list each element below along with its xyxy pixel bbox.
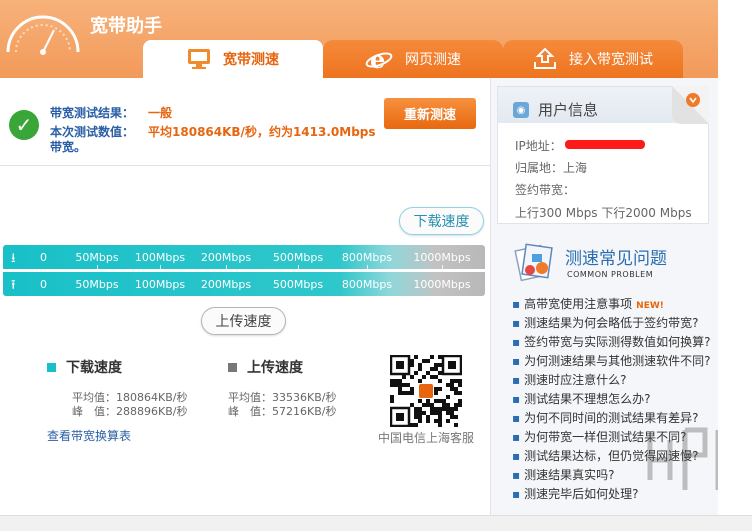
tick-mark: [298, 265, 299, 269]
speed-tick-label: 500Mbps: [272, 251, 324, 264]
tab-label: 宽带测速: [223, 52, 279, 68]
faq-title: 测速常见问题: [565, 249, 667, 269]
app-title: 宽带助手: [90, 16, 162, 37]
result-line-3: 带宽。: [50, 140, 87, 154]
speedometer-logo-icon: [6, 15, 80, 55]
download-speed-bar: ⭳ 0 50Mbps 100Mbps 200Mbps 500Mbps 800Mbps 100…: [3, 245, 485, 269]
download-speed-bubble: 下载速度: [399, 207, 484, 235]
tab-label: 接入带宽测试: [569, 52, 653, 68]
horizontal-scrollbar[interactable]: [0, 515, 752, 531]
svg-text:e: e: [370, 46, 385, 72]
download-peak: 峰 值：288896KB/秒: [72, 405, 188, 418]
location-row: 归属地：上海: [515, 161, 588, 175]
user-info-title: 用户信息: [538, 101, 599, 119]
upload-tray-icon: [534, 47, 556, 69]
user-info-icon: ◉: [513, 102, 529, 118]
download-color-swatch: [47, 362, 56, 372]
bullet-icon: ▪: [512, 468, 521, 482]
bullet-icon: ▪: [512, 335, 521, 349]
tick-mark: [442, 265, 443, 269]
result-line-1: 带宽测试结果： 一般: [50, 106, 173, 120]
upload-speed-bar: ⭱ 0 50Mbps 100Mbps 200Mbps 500Mbps 800Mbps 100…: [3, 272, 485, 296]
speed-tick-label: 0: [40, 278, 47, 291]
bullet-icon: ▪: [512, 316, 521, 330]
speed-tick-label: 800Mbps: [341, 251, 393, 264]
collapse-corner-icon[interactable]: [672, 86, 709, 124]
upload-legend: 上传速度: [228, 357, 303, 377]
check-icon: ✓: [9, 110, 39, 140]
bullet-icon: ▪: [512, 449, 521, 463]
tick-mark: [226, 265, 227, 269]
qr-caption: 中国电信上海客服: [378, 431, 475, 445]
bandwidth-conversion-link[interactable]: 查看带宽换算表: [47, 427, 131, 444]
faq-item-label: 签约带宽与实际测得数值如何换算?: [524, 335, 711, 349]
ip-redacted: [565, 140, 645, 149]
result-line-2: 本次测试数值： 平均180864KB/秒，约为1413.0Mbps: [50, 125, 376, 139]
bullet-icon: ▪: [512, 392, 521, 406]
faq-book-icon: [514, 243, 553, 282]
monitor-icon: [188, 49, 210, 69]
qr-code-icon: [390, 355, 462, 427]
upload-icon: ⭱: [11, 278, 16, 293]
speed-tick-label: 100Mbps: [134, 278, 186, 291]
retest-button[interactable]: 重新测速: [384, 98, 476, 129]
tab-label: 网页测速: [405, 52, 461, 68]
faq-item[interactable]: ▪ 签约带宽与实际测得数值如何换算?: [512, 333, 711, 350]
tick-mark: [97, 265, 98, 269]
tick-mark: [160, 265, 161, 269]
bullet-icon: ▪: [512, 297, 521, 311]
speed-tick-label: 1000Mbps: [413, 251, 471, 264]
download-icon: ⭳: [11, 251, 16, 266]
new-badge: NEW!: [636, 301, 664, 311]
faq-item-label: 测速结果真实吗?: [524, 468, 615, 482]
upload-peak: 峰 值：57216KB/秒: [228, 405, 337, 418]
speed-tick-label: 800Mbps: [341, 278, 393, 291]
faq-item[interactable]: ▪ 高带宽使用注意事项 NEW!: [512, 295, 664, 312]
bullet-icon: ▪: [512, 430, 521, 444]
speed-tick-label: 200Mbps: [200, 251, 252, 264]
faq-item[interactable]: ▪ 测速完毕后如何处理?: [512, 485, 639, 502]
speed-tick-label: 100Mbps: [134, 251, 186, 264]
faq-item-label: 为何测速结果与其他测速软件不同?: [524, 354, 711, 368]
download-legend: 下载速度: [47, 357, 122, 377]
faq-item-label: 测速时应注意什么?: [524, 373, 627, 387]
tab-access-bandwidth[interactable]: 接入带宽测试: [503, 40, 683, 78]
faq-item[interactable]: ▪ 测速时应注意什么?: [512, 371, 627, 388]
faq-item-label: 测速结果为何会略低于签约带宽?: [524, 316, 699, 330]
speed-tick-label: 1000Mbps: [413, 278, 471, 291]
speed-tick-label: 0: [40, 251, 47, 264]
faq-item[interactable]: ▪ 测速结果真实吗?: [512, 466, 615, 483]
bandwidth-value: 上行300 Mbps 下行2000 Mbps: [515, 206, 692, 220]
faq-item[interactable]: ▪ 测速结果为何会略低于签约带宽?: [512, 314, 699, 331]
tab-broadband-speed[interactable]: 宽带测速: [143, 40, 323, 78]
faq-item[interactable]: ▪ 测试结果不理想怎么办?: [512, 390, 651, 407]
faq-item[interactable]: ▪ 为何测速结果与其他测速软件不同?: [512, 352, 711, 369]
bullet-icon: ▪: [512, 373, 521, 387]
upload-color-swatch: [228, 362, 237, 372]
faq-subtitle: COMMON PROBLEM: [567, 270, 654, 279]
faq-item-label: 测试结果不理想怎么办?: [524, 392, 651, 406]
bullet-icon: ▪: [512, 487, 521, 501]
ie-browser-icon: e: [365, 46, 393, 72]
bullet-icon: ▪: [512, 411, 521, 425]
speed-tick-label: 200Mbps: [200, 278, 252, 291]
faq-item-label: 测速完毕后如何处理?: [524, 487, 639, 501]
bandwidth-label: 签约带宽：: [515, 183, 576, 197]
speed-tick-label: 500Mbps: [272, 278, 324, 291]
vertical-scroll-area: [718, 0, 752, 515]
faq-item-label: 高带宽使用注意事项: [524, 297, 633, 311]
tick-mark: [367, 265, 368, 269]
ip-row: IP地址：: [515, 139, 562, 153]
upload-speed-bubble: 上传速度: [201, 307, 286, 335]
bullet-icon: ▪: [512, 354, 521, 368]
tab-web-speed[interactable]: e 网页测速: [323, 40, 503, 78]
speed-tick-label: 50Mbps: [75, 251, 119, 264]
speed-tick-label: 50Mbps: [75, 278, 119, 291]
